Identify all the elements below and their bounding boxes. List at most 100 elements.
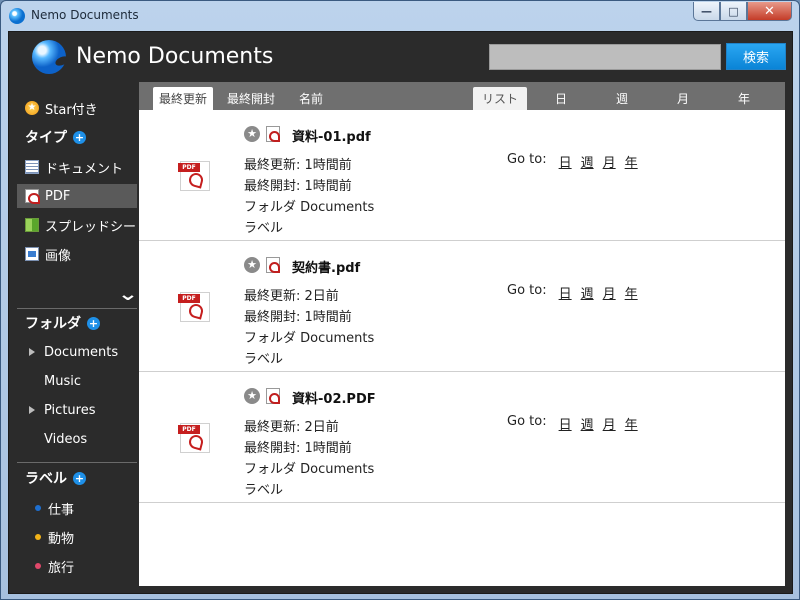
goto-links: Go to: 日 週 月 年	[507, 283, 638, 302]
goto-day-link[interactable]: 日	[559, 414, 572, 433]
sidebar-item-images[interactable]: 画像	[17, 242, 137, 266]
sidebar-item-folder-videos[interactable]: Videos	[17, 427, 137, 451]
title-bar[interactable]: Nemo Documents — □ ✕	[1, 1, 799, 31]
label-info[interactable]: ラベル	[244, 479, 283, 498]
sidebar-item-spreadsheet[interactable]: スプレッドシー	[17, 213, 137, 237]
divider	[17, 462, 137, 463]
sidebar: ★ Star付き タイプ + ドキュメント PDF スプレッドシー 画像 ⌄ フ…	[17, 90, 139, 590]
minimize-button[interactable]: —	[693, 2, 720, 21]
sidebar-item-folder-pictures[interactable]: Pictures	[17, 398, 137, 422]
folder-info: フォルダ Documents	[244, 331, 375, 346]
sidebar-item-label: 旅行	[48, 560, 75, 576]
goto-year-link[interactable]: 年	[625, 414, 638, 433]
goto-day-link[interactable]: 日	[559, 152, 572, 171]
label-info[interactable]: ラベル	[244, 217, 283, 236]
goto-month-link[interactable]: 月	[603, 152, 616, 171]
document-icon	[25, 160, 39, 174]
sidebar-item-folder-music[interactable]: Music	[17, 369, 137, 393]
sidebar-item-label: スプレッドシー	[45, 219, 137, 235]
list-item[interactable]: PDF ★ 資料-02.PDF 最終更新: 2日前 最終開封: 1時間前 フォル…	[139, 372, 785, 503]
pdf-icon	[266, 257, 280, 273]
goto-label: Go to:	[507, 283, 547, 298]
app-window: Nemo Documents — □ ✕ Nemo Documents 検索 ★…	[0, 0, 800, 600]
tab-bar: 最終更新 最終開封 名前 リスト 日 週 月 年	[139, 82, 785, 110]
sidebar-item-pdf[interactable]: PDF	[17, 184, 137, 208]
goto-day-link[interactable]: 日	[559, 283, 572, 302]
label-info[interactable]: ラベル	[244, 348, 283, 367]
pdf-icon	[25, 189, 40, 204]
expand-arrow-icon[interactable]	[29, 406, 35, 414]
add-label-icon[interactable]: +	[73, 471, 86, 485]
last-modified: 最終更新: 2日前	[244, 420, 339, 435]
goto-month-link[interactable]: 月	[603, 283, 616, 302]
goto-week-link[interactable]: 週	[581, 152, 594, 171]
goto-week-link[interactable]: 週	[581, 283, 594, 302]
tab-view-week[interactable]: 週	[595, 87, 649, 110]
sidebar-item-label-animals[interactable]: 動物	[17, 525, 137, 549]
pdf-file-icon: PDF	[178, 292, 210, 322]
close-button[interactable]: ✕	[747, 2, 792, 21]
sidebar-item-label: 動物	[48, 531, 75, 547]
goto-year-link[interactable]: 年	[625, 283, 638, 302]
tab-sort-name[interactable]: 名前	[287, 87, 335, 110]
goto-label: Go to:	[507, 414, 547, 429]
add-folder-icon[interactable]: +	[87, 316, 100, 330]
folder-info: フォルダ Documents	[244, 200, 375, 215]
tab-sort-modified[interactable]: 最終更新	[153, 87, 213, 110]
tab-view-list[interactable]: リスト	[473, 87, 527, 110]
sidebar-item-starred[interactable]: ★ Star付き	[17, 96, 137, 120]
sidebar-item-label: Star付き	[45, 102, 98, 118]
document-panel: 最終更新 最終開封 名前 リスト 日 週 月 年 PDF ★ 資料-01.pdf	[139, 82, 785, 586]
last-modified: 最終更新: 2日前	[244, 289, 339, 304]
expand-arrow-icon[interactable]	[29, 348, 35, 356]
tab-sort-opened[interactable]: 最終開封	[219, 87, 283, 110]
last-opened: 最終開封: 1時間前	[244, 310, 352, 325]
minimize-icon: —	[701, 4, 712, 18]
sidebar-item-documents-type[interactable]: ドキュメント	[17, 155, 137, 179]
star-icon: ★	[25, 101, 39, 115]
search-input[interactable]	[489, 44, 721, 70]
star-toggle-icon[interactable]: ★	[244, 388, 260, 404]
star-toggle-icon[interactable]: ★	[244, 257, 260, 273]
section-title: フォルダ	[25, 316, 81, 332]
goto-label: Go to:	[507, 152, 547, 167]
sidebar-item-label: Videos	[44, 431, 88, 447]
pdf-icon	[266, 388, 280, 404]
file-name[interactable]: 契約書.pdf	[292, 257, 360, 276]
goto-month-link[interactable]: 月	[603, 414, 616, 433]
spreadsheet-icon	[25, 218, 39, 232]
pdf-file-icon: PDF	[178, 423, 210, 453]
add-type-icon[interactable]: +	[73, 130, 86, 144]
tab-view-month[interactable]: 月	[656, 87, 710, 110]
section-title: ラベル	[25, 471, 67, 487]
sidebar-item-label-travel[interactable]: 旅行	[17, 554, 137, 578]
maximize-button[interactable]: □	[720, 2, 747, 21]
sidebar-item-label: ドキュメント	[45, 161, 124, 177]
folder-info: フォルダ Documents	[244, 462, 375, 477]
sidebar-item-label-work[interactable]: 仕事	[17, 496, 137, 520]
last-opened: 最終開封: 1時間前	[244, 179, 352, 194]
sidebar-item-label: Documents	[44, 344, 119, 360]
file-name[interactable]: 資料-02.PDF	[292, 388, 376, 407]
list-item[interactable]: PDF ★ 資料-01.pdf 最終更新: 1時間前 最終開封: 1時間前 フォ…	[139, 110, 785, 241]
list-item[interactable]: PDF ★ 契約書.pdf 最終更新: 2日前 最終開封: 1時間前 フォルダ …	[139, 241, 785, 372]
star-toggle-icon[interactable]: ★	[244, 126, 260, 142]
sidebar-item-label: Music	[44, 373, 81, 389]
app-title: Nemo Documents	[76, 44, 274, 69]
app-icon	[9, 8, 25, 24]
sidebar-item-label: 画像	[45, 248, 72, 264]
file-name[interactable]: 資料-01.pdf	[292, 126, 371, 145]
sidebar-item-folder-documents[interactable]: Documents	[17, 340, 137, 364]
app-client: Nemo Documents 検索 ★ Star付き タイプ + ドキュメント …	[8, 31, 793, 594]
label-dot-icon	[35, 505, 41, 511]
goto-week-link[interactable]: 週	[581, 414, 594, 433]
tab-view-year[interactable]: 年	[717, 87, 771, 110]
tab-view-day[interactable]: 日	[534, 87, 588, 110]
window-title: Nemo Documents	[31, 8, 139, 22]
section-header-types: タイプ +	[17, 125, 137, 149]
sidebar-item-label: 仕事	[48, 502, 75, 518]
goto-links: Go to: 日 週 月 年	[507, 414, 638, 433]
last-modified: 最終更新: 1時間前	[244, 158, 352, 173]
goto-year-link[interactable]: 年	[625, 152, 638, 171]
search-button[interactable]: 検索	[726, 43, 786, 70]
